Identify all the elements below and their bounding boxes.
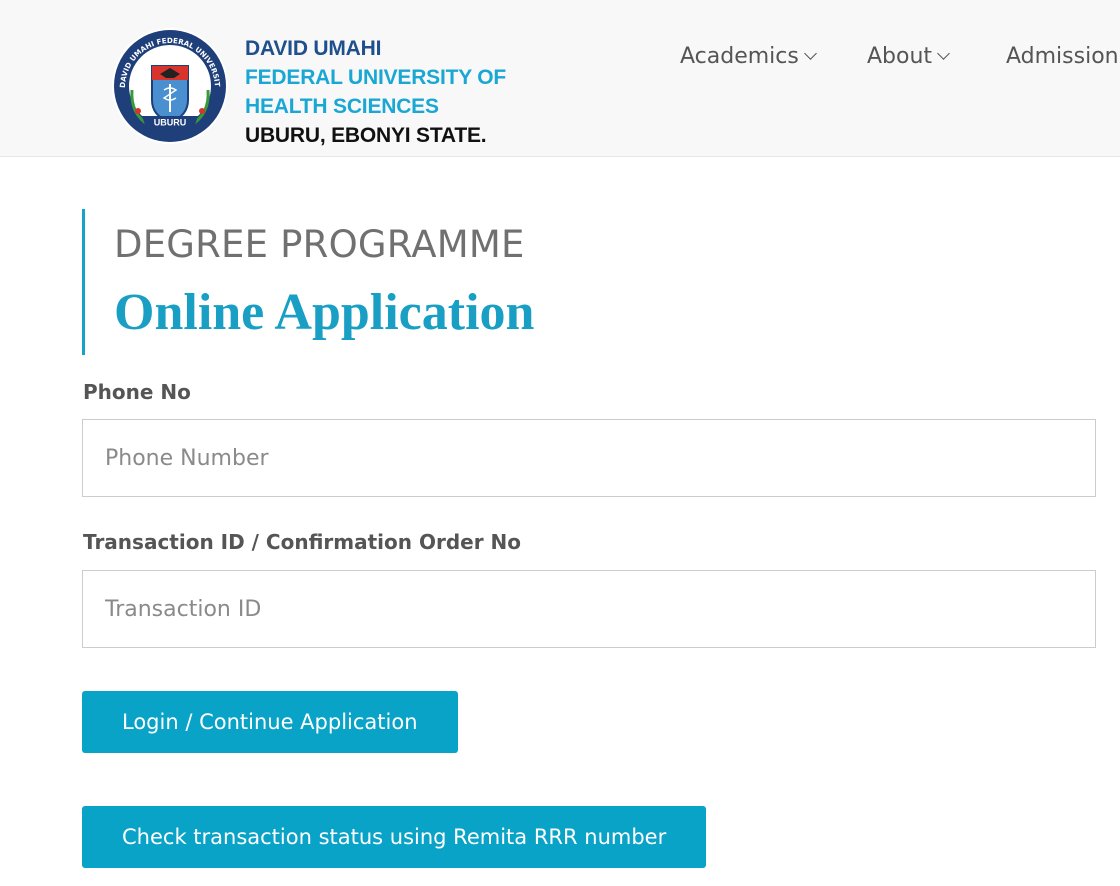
brand-line-2: FEDERAL UNIVERSITY OF [245, 66, 507, 89]
nav-admission-label: Admission [1006, 44, 1119, 69]
nav-about[interactable]: About [867, 42, 950, 72]
nav-about-label: About [867, 44, 933, 69]
phone-label: Phone No [83, 380, 191, 404]
transaction-id-label: Transaction ID / Confirmation Order No [83, 530, 522, 554]
site-header: DAVID UMAHI FEDERAL UNIVERSITY OF HEALTH… [0, 0, 1120, 157]
page-subtitle: DEGREE PROGRAMME [114, 223, 525, 266]
nav-academics-label: Academics [680, 44, 799, 69]
phone-input[interactable] [82, 419, 1096, 497]
brand-line-4: UBURU, EBONYI STATE. [245, 124, 487, 147]
login-continue-button[interactable]: Login / Continue Application [82, 691, 458, 753]
brand-line-3: HEALTH SCIENCES [245, 95, 439, 118]
page-title: Online Application [114, 284, 535, 341]
nav-academics[interactable]: Academics [680, 42, 817, 72]
transaction-id-input[interactable] [82, 570, 1096, 648]
page-heading: DEGREE PROGRAMME Online Application [82, 209, 534, 355]
brand-line-1: DAVID UMAHI [245, 37, 382, 60]
nav-admission[interactable]: Admission [1006, 42, 1119, 72]
logo-banner-text: UBURU [154, 118, 187, 128]
chevron-down-icon [803, 47, 817, 60]
university-crest-logo[interactable]: DAVID UMAHI FEDERAL UNIVERSITY OF HEALTH… [108, 26, 233, 146]
check-transaction-status-button[interactable]: Check transaction status using Remita RR… [82, 806, 707, 868]
chevron-down-icon [937, 47, 950, 60]
university-name[interactable]: DAVID UMAHI FEDERAL UNIVERSITY OF HEALTH… [245, 34, 506, 150]
